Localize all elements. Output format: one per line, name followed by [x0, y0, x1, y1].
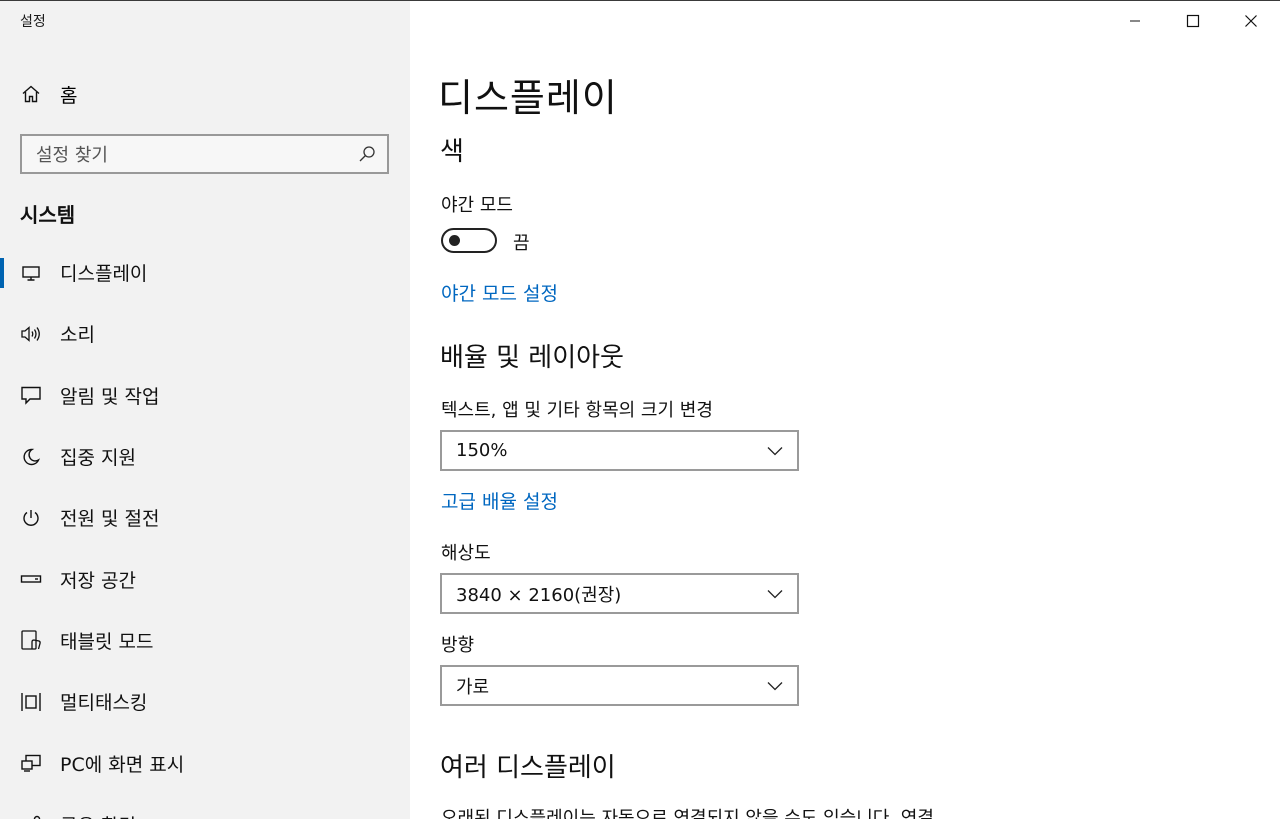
sidebar-item-label: 홈: [60, 84, 78, 107]
sidebar-nav: 디스플레이 소리 알림 및 작업 집중 지원 전원 및 절전 저장 공간 태블릿…: [0, 242, 410, 819]
orientation-label: 방향: [441, 635, 475, 656]
chevron-down-icon: [765, 584, 785, 604]
sidebar-item-project[interactable]: PC에 화면 표시: [0, 732, 410, 793]
sidebar-item-home[interactable]: 홈: [20, 79, 77, 109]
sidebar-item-label: 알림 및 작업: [60, 385, 160, 408]
orientation-value: 가로: [456, 676, 490, 698]
sidebar-item-label: 공유 환경: [60, 811, 136, 819]
sidebar-item-label: 디스플레이: [60, 263, 148, 286]
chevron-down-icon: [765, 441, 785, 461]
night-mode-settings-link[interactable]: 야간 모드 설정: [441, 279, 558, 306]
sidebar-item-display[interactable]: 디스플레이: [0, 242, 410, 303]
multi-display-description: 오래된 디스플레이는 자동으로 연결되지 않을 수도 있습니다. 연결: [441, 808, 934, 819]
sidebar-item-power[interactable]: 전원 및 절전: [0, 487, 410, 548]
orientation-dropdown[interactable]: 가로: [440, 665, 799, 706]
sidebar-item-multitasking[interactable]: 멀티태스킹: [0, 671, 410, 732]
night-mode-toggle[interactable]: [441, 228, 497, 253]
resolution-value: 3840 × 2160(권장): [456, 584, 622, 606]
search-placeholder: 설정 찾기: [36, 145, 108, 166]
search-input[interactable]: 설정 찾기: [20, 134, 389, 174]
window-title: 설정: [20, 14, 46, 30]
sidebar-item-label: 전원 및 절전: [60, 508, 160, 531]
shared-experiences-icon: [20, 813, 42, 819]
sidebar-item-storage[interactable]: 저장 공간: [0, 548, 410, 609]
speaker-icon: [20, 323, 42, 345]
chevron-down-icon: [765, 676, 785, 696]
sidebar-item-label: 저장 공간: [60, 569, 136, 592]
color-section-heading: 색: [440, 137, 464, 167]
home-icon: [20, 83, 42, 105]
page-title: 디스플레이: [438, 76, 618, 120]
storage-icon: [20, 568, 42, 590]
sidebar-item-label: PC에 화면 표시: [60, 753, 185, 776]
monitor-icon: [20, 262, 42, 284]
tablet-mode-icon: [20, 629, 42, 651]
text-size-label: 텍스트, 앱 및 기타 항목의 크기 변경: [441, 400, 713, 421]
sidebar: 설정 홈 설정 찾기 시스템 디스플레이 소리 알림 및 작업 집중 지원 전원…: [0, 1, 410, 819]
text-size-dropdown[interactable]: 150%: [440, 430, 799, 471]
sidebar-item-shared-experiences[interactable]: 공유 환경: [0, 794, 410, 819]
sidebar-item-label: 소리: [60, 324, 95, 347]
sidebar-item-label: 태블릿 모드: [60, 630, 154, 653]
sidebar-item-label: 집중 지원: [60, 447, 136, 470]
power-icon: [20, 507, 42, 529]
multitasking-icon: [20, 691, 42, 713]
scale-section-heading: 배율 및 레이아웃: [440, 343, 624, 373]
resolution-dropdown[interactable]: 3840 × 2160(권장): [440, 573, 799, 614]
moon-icon: [20, 446, 42, 468]
search-icon[interactable]: [357, 144, 377, 164]
toggle-knob: [449, 235, 460, 246]
sidebar-item-label: 멀티태스킹: [60, 692, 148, 715]
multi-display-heading: 여러 디스플레이: [440, 753, 616, 783]
main-content: 디스플레이 색 야간 모드 끔 야간 모드 설정 배율 및 레이아웃 텍스트, …: [410, 1, 1280, 819]
night-mode-label: 야간 모드: [441, 195, 513, 216]
night-mode-toggle-state: 끔: [513, 233, 530, 254]
sidebar-item-sound[interactable]: 소리: [0, 303, 410, 364]
advanced-scaling-link[interactable]: 고급 배율 설정: [441, 487, 558, 514]
sidebar-item-notifications[interactable]: 알림 및 작업: [0, 365, 410, 426]
sidebar-item-tablet-mode[interactable]: 태블릿 모드: [0, 610, 410, 671]
sidebar-item-focus-assist[interactable]: 집중 지원: [0, 426, 410, 487]
notification-icon: [20, 384, 42, 406]
text-size-value: 150%: [456, 440, 508, 461]
resolution-label: 해상도: [441, 543, 491, 564]
sidebar-section-title: 시스템: [20, 203, 76, 227]
project-icon: [20, 752, 42, 774]
